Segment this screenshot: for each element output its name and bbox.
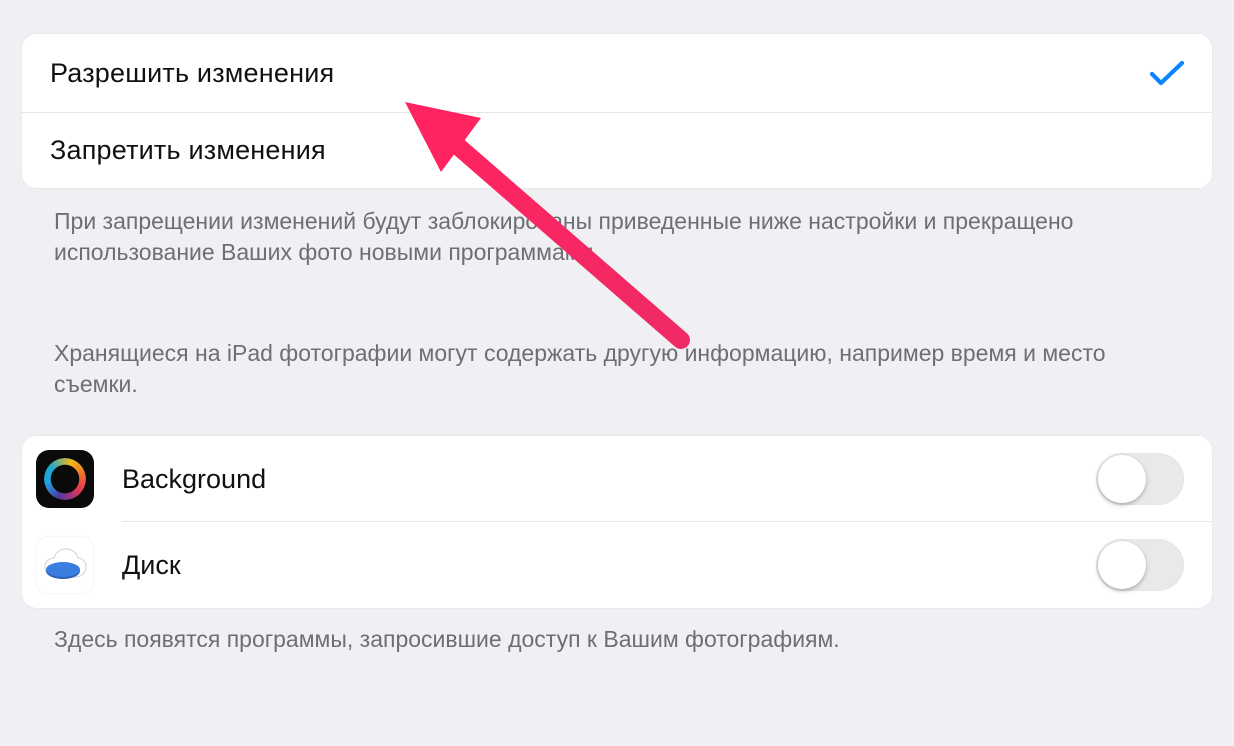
toggle-background[interactable]	[1096, 453, 1184, 505]
app-label-disk: Диск	[122, 550, 1096, 581]
deny-changes-row[interactable]: Запретить изменения	[22, 113, 1212, 188]
photos-note-text: Хранящиеся на iPad фотографии могут соде…	[0, 268, 1234, 436]
app-icon-background	[36, 450, 94, 508]
toggle-knob	[1098, 541, 1146, 589]
app-label-background: Background	[122, 464, 1096, 495]
block-note-text: При запрещении изменений будут заблокиро…	[0, 188, 1234, 268]
apps-note-text: Здесь появятся программы, запросившие до…	[0, 608, 1234, 675]
toggle-knob	[1098, 455, 1146, 503]
toggle-disk[interactable]	[1096, 539, 1184, 591]
changes-group: Разрешить изменения Запретить изменения	[22, 34, 1212, 188]
app-row-background[interactable]: Background	[22, 436, 1212, 522]
allow-changes-row[interactable]: Разрешить изменения	[22, 34, 1212, 113]
app-icon-disk	[36, 536, 94, 594]
deny-changes-label: Запретить изменения	[50, 135, 1184, 166]
allow-changes-label: Разрешить изменения	[50, 58, 1150, 89]
cloud-icon	[42, 547, 88, 583]
apps-group: Background Диск	[22, 436, 1212, 608]
ring-icon	[44, 458, 86, 500]
checkmark-icon	[1150, 56, 1184, 90]
app-row-disk[interactable]: Диск	[22, 522, 1212, 608]
